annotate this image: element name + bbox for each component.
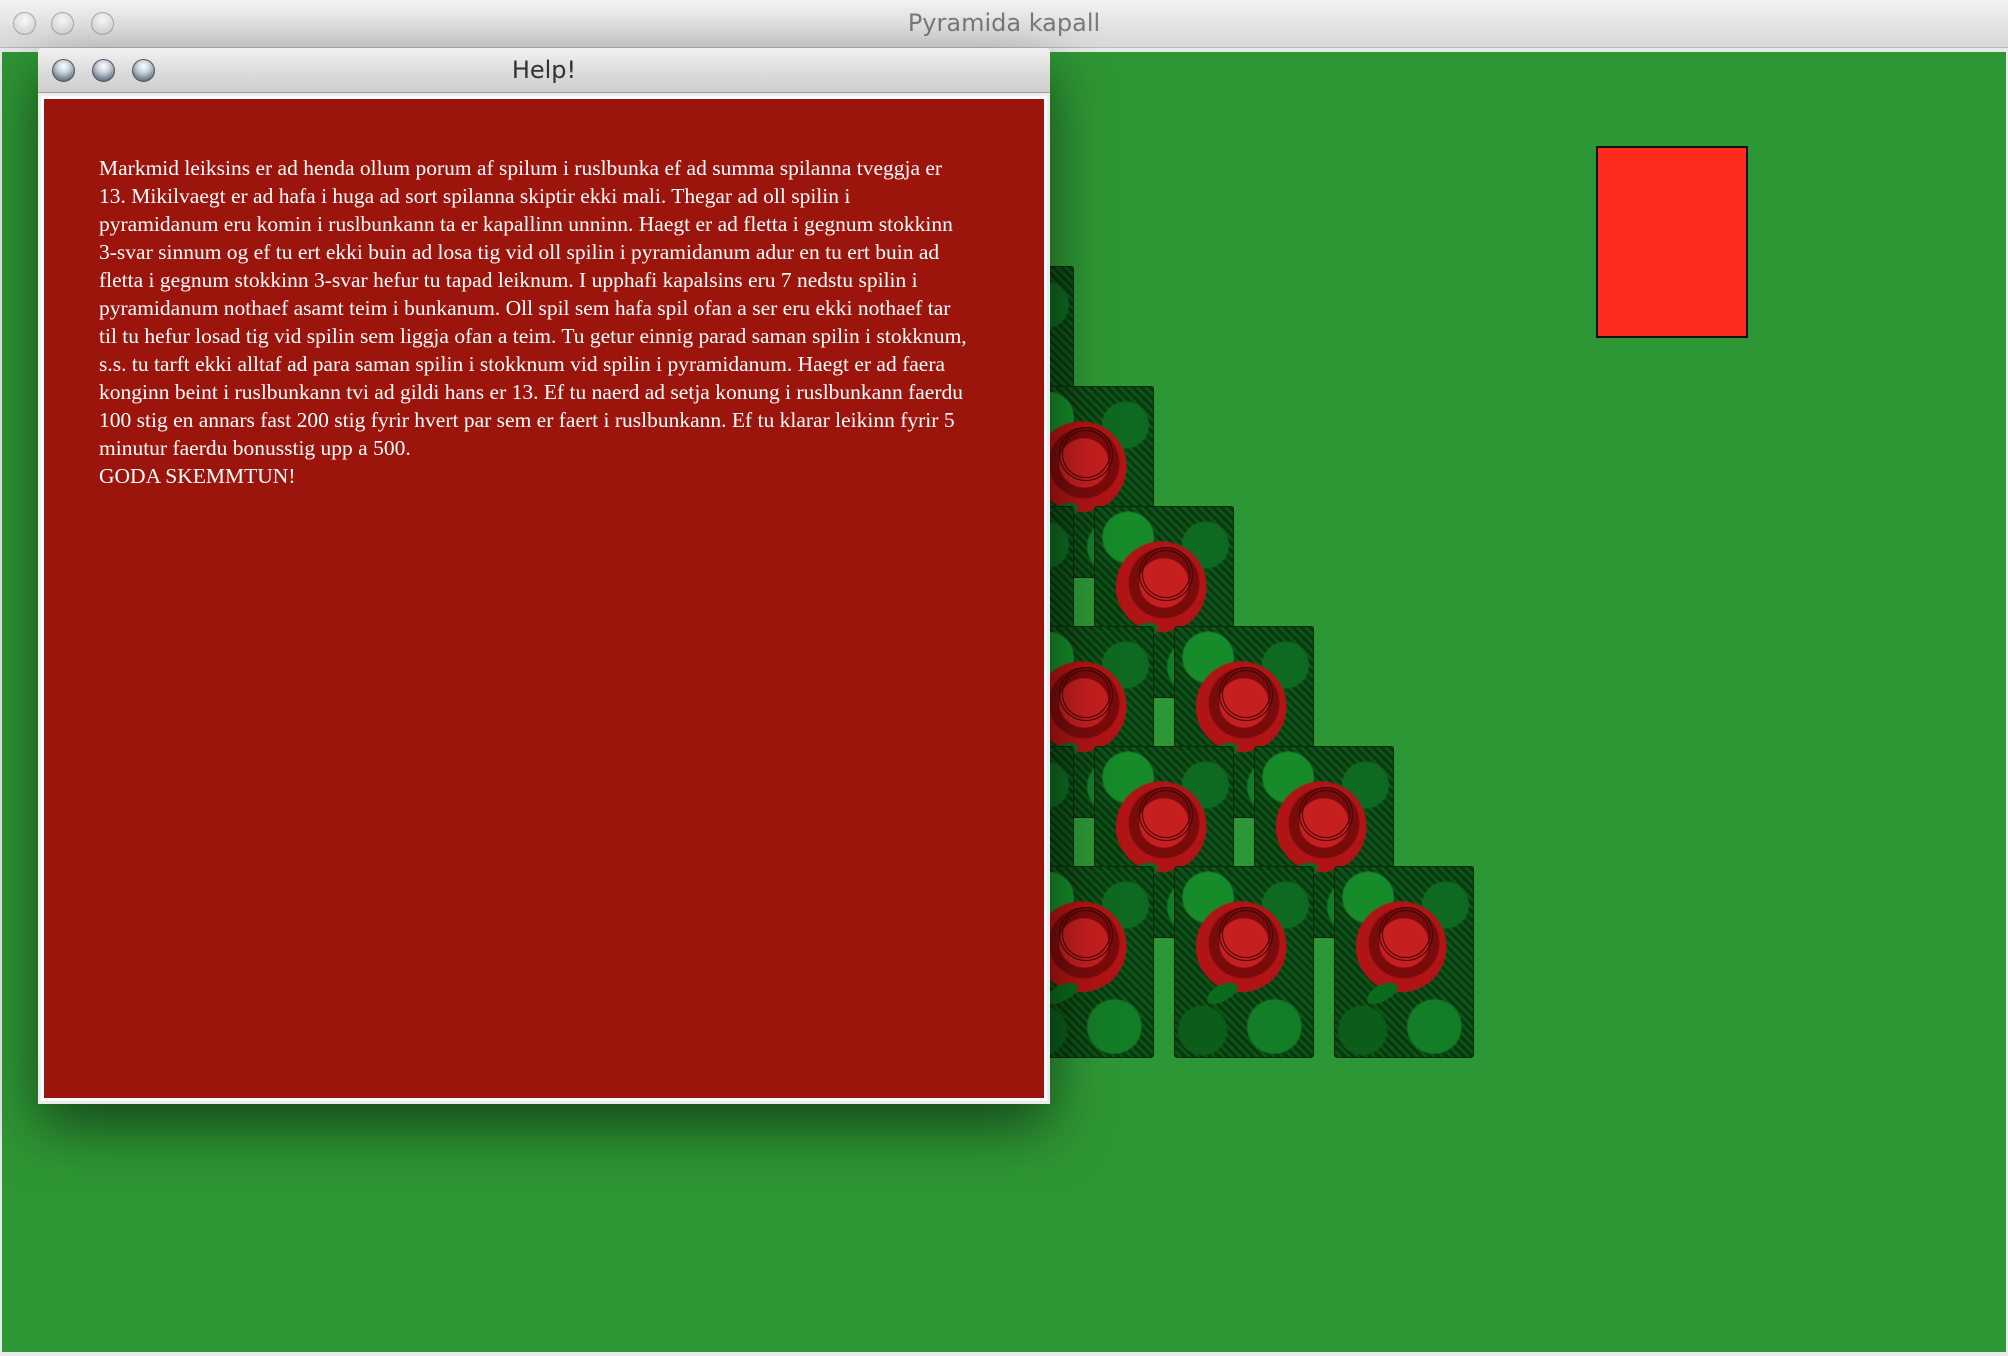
help-text-block: Markmid leiksins er ad henda ollum porum… [99, 154, 969, 490]
pyramid-card[interactable] [1174, 866, 1314, 1058]
discard-pile[interactable] [1596, 146, 1748, 338]
help-dialog: Help! Markmid leiksins er ad henda ollum… [38, 48, 1050, 1104]
help-closing: GODA SKEMMTUN! [99, 464, 296, 488]
help-instructions: Markmid leiksins er ad henda ollum porum… [99, 156, 967, 460]
window-title: Pyramida kapall [907, 9, 1101, 37]
pyramid-card[interactable] [1334, 866, 1474, 1058]
help-titlebar[interactable]: Help! [38, 48, 1050, 93]
help-body: Markmid leiksins er ad henda ollum porum… [41, 96, 1047, 1101]
main-titlebar[interactable]: Pyramida kapall [0, 0, 2008, 48]
help-panel: Markmid leiksins er ad henda ollum porum… [44, 99, 1044, 1098]
help-dialog-title: Help! [511, 56, 577, 84]
